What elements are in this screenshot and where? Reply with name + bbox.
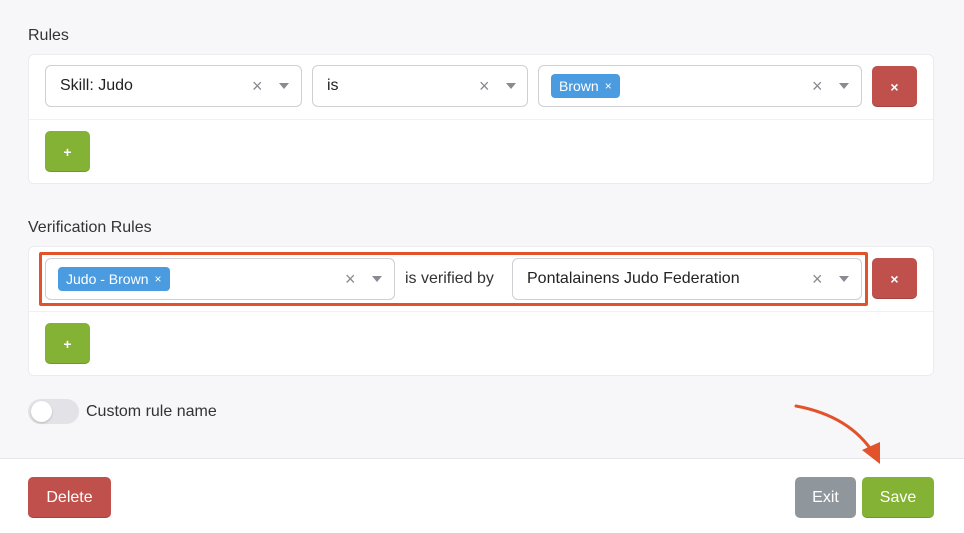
caret-down-icon[interactable] <box>279 83 289 89</box>
remove-verification-button[interactable]: × <box>872 258 917 299</box>
caret-down-icon[interactable] <box>839 83 849 89</box>
annotation-highlight <box>39 252 868 306</box>
save-button[interactable]: Save <box>862 477 934 518</box>
custom-name-label: Custom rule name <box>86 403 217 420</box>
divider <box>29 311 933 312</box>
caret-down-icon[interactable] <box>506 83 516 89</box>
rule-values-select[interactable]: Brown × × <box>538 65 862 107</box>
toggle-knob <box>31 401 52 422</box>
add-rule-button[interactable]: + <box>45 131 90 172</box>
annotation-arrow-icon <box>794 404 880 464</box>
clear-icon[interactable]: × <box>812 66 823 106</box>
rule-field-value: Skill: Judo <box>60 77 133 94</box>
verification-heading: Verification Rules <box>28 219 152 236</box>
add-verification-button[interactable]: + <box>45 323 90 364</box>
custom-name-toggle[interactable] <box>28 399 79 424</box>
rules-heading: Rules <box>28 27 69 44</box>
clear-icon[interactable]: × <box>252 66 263 106</box>
divider <box>29 119 933 120</box>
rule-field-select[interactable]: Skill: Judo × <box>45 65 302 107</box>
clear-icon[interactable]: × <box>479 66 490 106</box>
rule-operator-value: is <box>327 77 339 94</box>
value-tag-label: Brown <box>559 78 599 94</box>
delete-button[interactable]: Delete <box>28 477 111 518</box>
remove-rule-button[interactable]: × <box>872 66 917 107</box>
tag-remove-icon[interactable]: × <box>605 74 612 98</box>
value-tag: Brown × <box>551 74 620 98</box>
rule-operator-select[interactable]: is × <box>312 65 528 107</box>
exit-button[interactable]: Exit <box>795 477 856 518</box>
